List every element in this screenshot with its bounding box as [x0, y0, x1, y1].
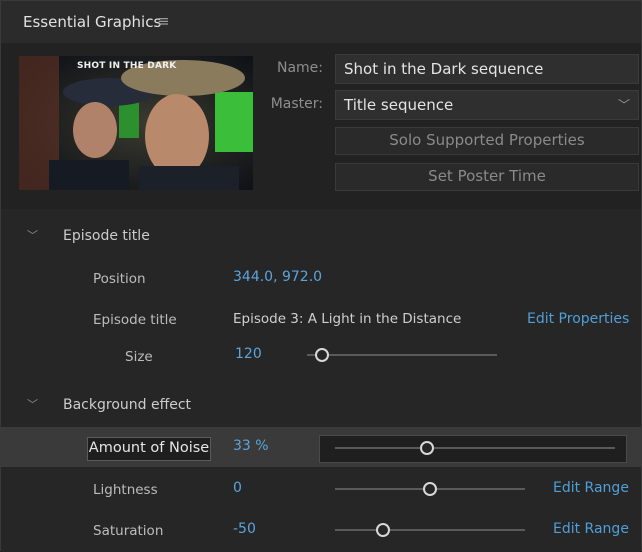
section-title: Background effect	[63, 397, 192, 413]
master-label: Master:	[270, 96, 323, 112]
section-header-episode-title[interactable]: ﹀ Episode title	[1, 219, 641, 255]
thumbnail-caption: SHOT IN THE DARK	[77, 61, 177, 71]
noise-value[interactable]: 33 %	[233, 438, 269, 454]
essential-graphics-panel: Essential Graphics ≡ SHOT IN THE DARK Na…	[0, 0, 642, 552]
size-slider-track[interactable]	[307, 354, 497, 356]
chevron-down-icon: ﹀	[617, 98, 630, 112]
edit-properties-link[interactable]: Edit Properties	[527, 311, 629, 327]
saturation-label: Saturation	[93, 523, 164, 539]
size-label: Size	[125, 349, 153, 365]
poster-image	[19, 56, 253, 190]
hamburger-menu-icon[interactable]: ≡	[157, 12, 170, 30]
position-value[interactable]: 344.0, 972.0	[233, 269, 322, 285]
name-field[interactable]: Shot in the Dark sequence	[335, 54, 639, 84]
lightness-value[interactable]: 0	[233, 480, 242, 496]
template-info-section: SHOT IN THE DARK Name: Shot in the Dark …	[1, 43, 641, 209]
solo-supported-properties-button[interactable]: Solo Supported Properties	[335, 127, 639, 155]
poster-thumbnail: SHOT IN THE DARK	[19, 56, 253, 190]
master-dropdown[interactable]: Title sequence ﹀	[335, 90, 639, 120]
name-label: Name:	[276, 60, 323, 76]
section-header-background-effect[interactable]: ﹀ Background effect	[1, 388, 641, 424]
noise-slider-track[interactable]	[335, 447, 615, 449]
chevron-down-icon[interactable]: ﹀	[27, 227, 38, 243]
saturation-slider-track[interactable]	[335, 529, 525, 531]
position-label: Position	[93, 271, 146, 287]
size-slider-thumb[interactable]	[315, 348, 330, 362]
master-value: Title sequence	[344, 96, 454, 114]
panel-title: Essential Graphics	[23, 13, 162, 31]
saturation-edit-range-link[interactable]: Edit Range	[553, 521, 629, 537]
saturation-slider-thumb[interactable]	[375, 523, 390, 537]
lightness-edit-range-link[interactable]: Edit Range	[553, 480, 629, 496]
chevron-down-icon[interactable]: ﹀	[27, 396, 38, 412]
size-value[interactable]: 120	[235, 346, 262, 362]
episode-title-label: Episode title	[93, 312, 177, 328]
lightness-label: Lightness	[93, 482, 158, 498]
set-poster-time-button[interactable]: Set Poster Time	[335, 163, 639, 191]
saturation-value[interactable]: -50	[233, 521, 256, 537]
panel-header: Essential Graphics ≡	[1, 1, 641, 43]
section-title: Episode title	[63, 228, 150, 244]
amount-of-noise-label[interactable]: Amount of Noise	[87, 437, 211, 461]
episode-title-value[interactable]: Episode 3: A Light in the Distance	[233, 311, 461, 327]
noise-slider-container[interactable]	[319, 435, 627, 463]
lightness-slider-thumb[interactable]	[423, 482, 437, 496]
properties-section: ﹀ Episode title Position 344.0, 972.0 Ep…	[1, 209, 641, 552]
